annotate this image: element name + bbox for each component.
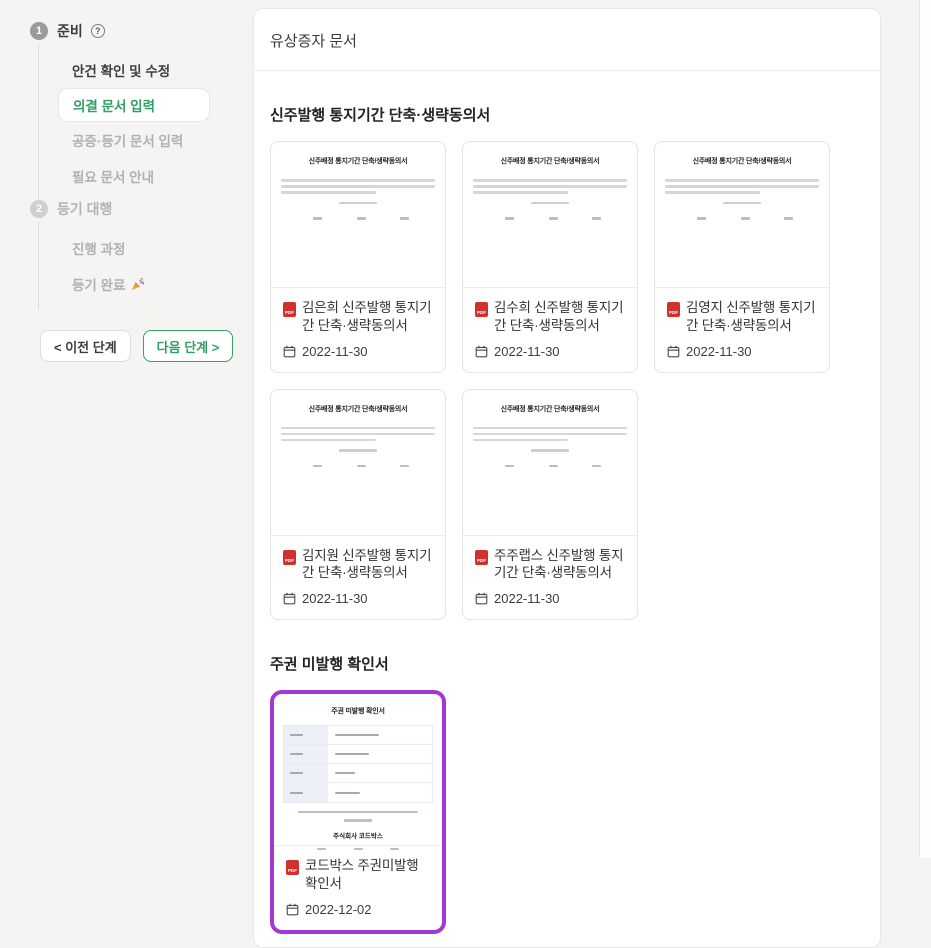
step-1-number-badge: 1 [30, 22, 48, 40]
preview-date-line [339, 449, 377, 452]
preview-text-lines [281, 179, 435, 194]
document-title: 코드박스 주권미발행확인서 [305, 857, 430, 893]
scrollbar[interactable] [919, 0, 931, 858]
preview-date-line [531, 449, 569, 452]
preview-doc-title: 신주배정 통지기간 단축/생략동의서 [281, 156, 435, 166]
card-body: PDF 김영지 신주발행 통지기간 단축·생략동의서 2022-11-30 [655, 288, 829, 372]
preview-doc-title: 신주배정 통지기간 단축/생략동의서 [473, 404, 627, 414]
calendar-icon [286, 903, 299, 916]
section-title-share-certificate: 주권 미발행 확인서 [270, 653, 864, 674]
step-1-items: 안건 확인 및 수정 의결 문서 입력 공증·등기 문서 입력 필요 문서 안내 [30, 42, 240, 198]
section-title-consent-docs: 신주발행 통지기간 단축·생략동의서 [270, 104, 864, 125]
step-group-2: 2 등기 대행 진행 과정 등기 완료 [30, 198, 240, 306]
document-date: 2022-11-30 [686, 344, 752, 359]
preview-signature-row [281, 465, 435, 468]
pdf-icon: PDF [283, 302, 296, 317]
pdf-icon: PDF [475, 550, 488, 565]
calendar-icon [283, 345, 296, 358]
document-card[interactable]: 신주배정 통지기간 단축/생략동의서 PDF 김영지 신주발행 통지기간 단축·… [654, 141, 830, 373]
calendar-icon [283, 592, 296, 605]
documents-panel: 유상증자 문서 신주발행 통지기간 단축·생략동의서 신주배정 통지기간 단축/… [253, 8, 881, 948]
document-title: 김은희 신주발행 통지기간 단축·생략동의서 [302, 299, 433, 335]
document-date: 2022-11-30 [302, 344, 368, 359]
step-2-items: 진행 과정 등기 완료 [30, 220, 240, 306]
step-2-number-badge: 2 [30, 200, 48, 218]
document-title: 김지원 신주발행 통지기간 단축·생략동의서 [302, 547, 433, 583]
preview-date-line [531, 202, 569, 205]
pdf-icon: PDF [283, 550, 296, 565]
preview-text-lines [473, 427, 627, 442]
pdf-icon: PDF [667, 302, 680, 317]
card-body: PDF 코드박스 주권미발행확인서 2022-12-02 [274, 846, 442, 930]
preview-table [283, 725, 433, 803]
document-title: 김영지 신주발행 통지기간 단축·생략동의서 [686, 299, 817, 335]
panel-body: 신주발행 통지기간 단축·생략동의서 신주배정 통지기간 단축/생략동의서 [254, 104, 880, 934]
share-certificate-grid: 주권 미발행 확인서 주식회사 코드박스 [270, 690, 864, 934]
pdf-icon: PDF [286, 860, 299, 875]
document-card[interactable]: 신주배정 통지기간 단축/생략동의서 PDF 김지원 신주발행 통지기간 단축·… [270, 389, 446, 621]
document-date: 2022-11-30 [302, 591, 368, 606]
document-card[interactable]: 신주배정 통지기간 단축/생략동의서 PDF 김은희 신주발행 통지기간 단축·… [270, 141, 446, 373]
calendar-icon [475, 345, 488, 358]
preview-date-line [339, 202, 377, 205]
consent-docs-grid: 신주배정 통지기간 단축/생략동의서 PDF 김은희 신주발행 통지기간 단축·… [270, 141, 864, 620]
document-date: 2022-12-02 [305, 902, 372, 917]
page-title: 유상증자 문서 [254, 9, 880, 71]
step-2-header: 2 등기 대행 [30, 198, 240, 220]
step-nav-buttons: < 이전 단계 다음 단계 > [40, 330, 240, 362]
preview-doc-title: 신주배정 통지기간 단축/생략동의서 [281, 404, 435, 414]
sidebar-item-agenda-check[interactable]: 안건 확인 및 수정 [72, 52, 240, 88]
registry-complete-label: 등기 완료 [72, 274, 125, 294]
card-body: PDF 주주랩스 신주발행 통지기간 단축·생략동의서 2022-11-30 [463, 536, 637, 620]
preview-text-lines [281, 427, 435, 442]
document-title: 김수희 신주발행 통지기간 단축·생략동의서 [494, 299, 625, 335]
preview-company-name: 주식회사 코드박스 [283, 830, 433, 840]
sidebar-item-resolution-docs[interactable]: 의결 문서 입력 [58, 88, 210, 122]
document-preview: 신주배정 통지기간 단축/생략동의서 [271, 142, 445, 288]
card-body: PDF 김수희 신주발행 통지기간 단축·생략동의서 2022-11-30 [463, 288, 637, 372]
document-preview: 신주배정 통지기간 단축/생략동의서 [655, 142, 829, 288]
progress-sidebar: 1 준비 ? 안건 확인 및 수정 의결 문서 입력 공증·등기 문서 입력 필… [30, 20, 240, 362]
help-icon[interactable]: ? [91, 24, 105, 38]
preview-statement-line [298, 811, 418, 813]
preview-doc-title: 신주배정 통지기간 단축/생략동의서 [473, 156, 627, 166]
preview-signature-row [473, 217, 627, 220]
sidebar-item-required-docs[interactable]: 필요 문서 안내 [72, 158, 240, 194]
pdf-icon: PDF [475, 302, 488, 317]
previous-step-button[interactable]: < 이전 단계 [40, 330, 131, 362]
sidebar-item-notary-registry-docs[interactable]: 공증·등기 문서 입력 [72, 122, 240, 158]
preview-text-lines [473, 179, 627, 194]
preview-signature-row [281, 217, 435, 220]
preview-doc-title: 신주배정 통지기간 단축/생략동의서 [665, 156, 819, 166]
party-popper-icon [131, 277, 145, 291]
document-preview: 신주배정 통지기간 단축/생략동의서 [271, 390, 445, 536]
step-1-label: 준비 [57, 21, 83, 41]
sidebar-item-progress[interactable]: 진행 과정 [72, 230, 240, 266]
preview-text-lines [665, 179, 819, 194]
preview-signature-row [473, 465, 627, 468]
calendar-icon [475, 592, 488, 605]
step-group-1: 1 준비 ? 안건 확인 및 수정 의결 문서 입력 공증·등기 문서 입력 필… [30, 20, 240, 198]
calendar-icon [667, 345, 680, 358]
document-preview: 신주배정 통지기간 단축/생략동의서 [463, 390, 637, 536]
step-1-header: 1 준비 ? [30, 20, 240, 42]
sidebar-item-registry-complete[interactable]: 등기 완료 [72, 266, 240, 302]
document-preview: 신주배정 통지기간 단축/생략동의서 [463, 142, 637, 288]
document-card[interactable]: 신주배정 통지기간 단축/생략동의서 PDF 주주랩스 신주발행 통지기간 단축… [462, 389, 638, 621]
document-date: 2022-11-30 [494, 344, 560, 359]
preview-signature-row [665, 217, 819, 220]
card-body: PDF 김지원 신주발행 통지기간 단축·생략동의서 2022-11-30 [271, 536, 445, 620]
document-card-highlighted[interactable]: 주권 미발행 확인서 주식회사 코드박스 [270, 690, 446, 934]
preview-date-line [344, 819, 372, 821]
document-card[interactable]: 신주배정 통지기간 단축/생략동의서 PDF 김수희 신주발행 통지기간 단축·… [462, 141, 638, 373]
document-date: 2022-11-30 [494, 591, 560, 606]
preview-date-line [723, 202, 761, 205]
step-2-label: 등기 대행 [57, 199, 112, 219]
preview-doc-title: 주권 미발행 확인서 [283, 706, 433, 716]
card-body: PDF 김은희 신주발행 통지기간 단축·생략동의서 2022-11-30 [271, 288, 445, 372]
document-title: 주주랩스 신주발행 통지기간 단축·생략동의서 [494, 547, 625, 583]
document-preview: 주권 미발행 확인서 주식회사 코드박스 [274, 694, 442, 846]
next-step-button[interactable]: 다음 단계 > [143, 330, 234, 362]
